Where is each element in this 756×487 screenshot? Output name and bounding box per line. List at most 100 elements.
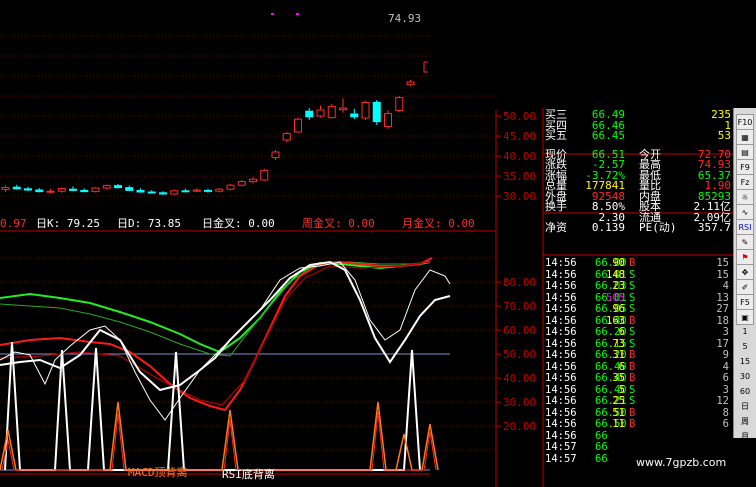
period-5[interactable]: 5 [736, 339, 754, 355]
flag-icon[interactable]: ⚑ [736, 249, 754, 265]
candle [24, 186, 32, 192]
marker-dot-2 [296, 13, 299, 15]
indicator-tick-label: 50.00 [503, 348, 536, 361]
candle-body [361, 101, 370, 119]
candle-body [316, 109, 325, 117]
tick-side: B [629, 406, 636, 419]
period-week[interactable]: 周 [736, 414, 754, 430]
candle [204, 188, 212, 193]
candle-body [350, 113, 359, 118]
f5-button[interactable]: F5 [736, 294, 754, 310]
right-toolbar: F10 ▦ ▤ F9 Fz ☼ ∿ RSI ✎ ⚑ ✥ ✐ F5 ▣ 1 5 15 30 60 日周月 [733, 108, 756, 441]
tick-side: B [629, 349, 636, 361]
f9-button[interactable]: F9 [736, 159, 754, 175]
tick-time: 14:56 [545, 349, 577, 361]
tick-time: 14:56 [545, 372, 577, 384]
draw-icon[interactable]: ✐ [736, 279, 754, 295]
tick-count: 6 [722, 418, 729, 430]
candle [114, 184, 122, 189]
tick-volume: 96 [612, 303, 625, 315]
tick-side: S [629, 291, 636, 304]
tick-row: 14:56 66.40 35 B 6 [543, 372, 733, 384]
candle-body [181, 190, 190, 193]
tick-row: 14:56 66.03 23 S 4 [543, 280, 733, 292]
tick-row: 14:56 66.20 31 B 9 [543, 349, 733, 361]
move-icon[interactable]: ✥ [736, 264, 754, 280]
candle [226, 184, 235, 190]
info-icon[interactable]: ∿ [736, 204, 754, 220]
tick-volume: 6 [618, 360, 625, 373]
tick-volume: 163 [606, 314, 625, 327]
tick-detail-panel[interactable]: 14:56 66.00 90 B 15 14:56 66.01 148 S 15 14:56 66.0… [543, 257, 733, 487]
tick-time: 14:56 [545, 303, 577, 315]
period-icon[interactable]: ▣ [736, 309, 754, 325]
tick-row: 14:56 66.01 148 S 15 [543, 269, 733, 281]
tick-time: 14:56 [545, 429, 577, 442]
tick-row: 14:56 66.21 25 S 12 [543, 395, 733, 407]
tick-row: 14:56 66.20 6 S 3 [543, 326, 733, 338]
quote-label: 买五 [545, 129, 567, 142]
candle [271, 150, 280, 160]
quote-value: 66.45 [591, 129, 625, 142]
period-day[interactable]: 日 [736, 399, 754, 415]
tick-volume: 90 [612, 257, 625, 269]
white-d-line [0, 261, 451, 421]
candle-body [406, 81, 415, 86]
tick-count: 6 [722, 372, 729, 384]
tick-row: 14:57 66 [543, 441, 733, 453]
tick-count: 4 [722, 280, 729, 292]
tick-side: S [629, 303, 636, 315]
tick-side: B [629, 360, 636, 373]
candle-body [91, 187, 100, 193]
fz-button[interactable]: Fz [736, 174, 754, 190]
period-15[interactable]: 15 [736, 354, 754, 370]
tick-row: 14:56 66.50 51 B 8 [543, 407, 733, 419]
marker-dot-1 [271, 13, 274, 15]
candle-body [35, 189, 44, 193]
tick-side: S [629, 326, 636, 338]
tick-time: 14:56 [545, 326, 577, 338]
tick-side: S [629, 268, 636, 281]
rsi-divergence-label: RSI底背离 [222, 467, 275, 481]
period-30[interactable]: 30 [736, 369, 754, 385]
tick-count: 8 [722, 406, 729, 419]
candle [46, 188, 55, 194]
tool-icon-1[interactable]: ✎ [736, 234, 754, 250]
candle [294, 117, 302, 133]
tick-volume: 5 [618, 383, 625, 396]
tick-time: 14:56 [545, 291, 577, 304]
chart-icon-1[interactable]: ▦ [736, 129, 754, 145]
candle-body [147, 191, 156, 194]
candle [12, 184, 21, 190]
quote-label-2: PE(动) [639, 221, 677, 234]
tick-count: 3 [722, 326, 729, 338]
candle-body [1, 187, 10, 191]
tick-side: S [629, 383, 636, 396]
period-1[interactable]: 1 [736, 324, 754, 340]
period-60[interactable]: 60 [736, 384, 754, 400]
rsi-button[interactable]: RSI [736, 219, 754, 235]
gear-icon[interactable]: ☼ [736, 189, 754, 205]
tick-row: 14:56 66.01 505 S 13 [543, 292, 733, 304]
tick-time: 14:57 [545, 452, 577, 465]
f10-button[interactable]: F10 [736, 114, 754, 130]
month-cross-label: 月金叉: 0.00 [402, 217, 475, 230]
tick-count: 3 [722, 383, 729, 396]
tick-count: 4 [722, 360, 729, 373]
tick-volume: 23 [612, 280, 625, 292]
candle [395, 96, 404, 112]
candle-body [237, 181, 246, 186]
candle-body [136, 189, 145, 193]
candle-body [305, 110, 314, 118]
watermark-text: www.7gpzb.com [636, 456, 727, 469]
tick-side: B [629, 372, 636, 384]
tick-volume: 73 [612, 337, 625, 350]
period-month[interactable]: 月 [736, 429, 754, 445]
tick-time: 14:56 [545, 360, 577, 373]
tick-time: 14:56 [545, 406, 577, 419]
candle [136, 188, 145, 193]
chart-icon-2[interactable]: ▤ [736, 144, 754, 160]
candle-body [249, 178, 257, 183]
indicator-tick-label: 80.00 [503, 276, 536, 289]
candle [282, 132, 291, 143]
